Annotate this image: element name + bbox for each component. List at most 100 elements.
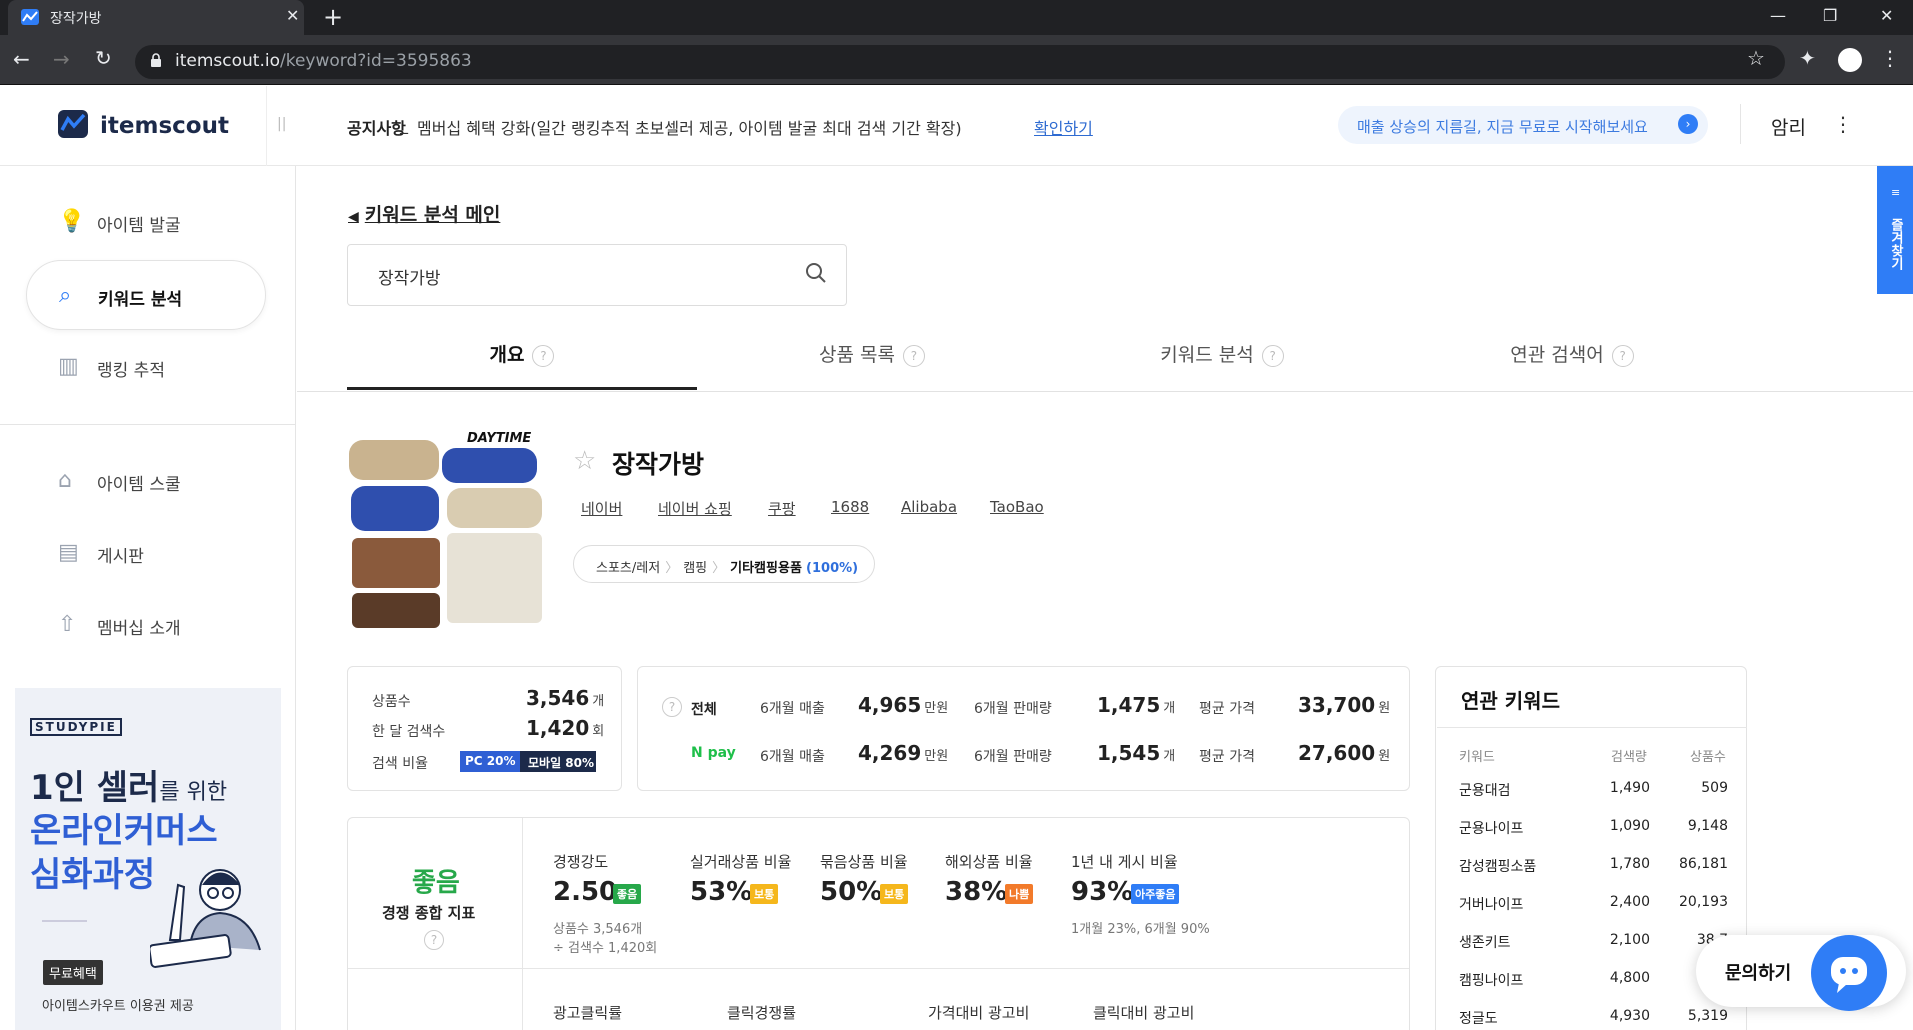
new-tab-plus-icon[interactable]: + bbox=[323, 3, 343, 31]
related-keyword[interactable]: 감성캠핑소품 bbox=[1459, 856, 1536, 876]
close-icon[interactable]: ✕ bbox=[286, 6, 299, 25]
metric-label: 1년 내 게시 비율 bbox=[1071, 853, 1178, 871]
chat-bubble-icon[interactable] bbox=[1811, 935, 1887, 1011]
metric-value: 53% bbox=[690, 877, 753, 907]
sidebar-collapse-handle-icon[interactable]: || bbox=[277, 116, 286, 132]
tab-label: 키워드 분석 bbox=[1160, 344, 1254, 366]
help-question-icon[interactable]: ? bbox=[662, 697, 682, 717]
mall-link-naver-shopping[interactable]: 네이버 쇼핑 bbox=[658, 498, 732, 519]
search-icon[interactable] bbox=[805, 262, 827, 284]
url-text[interactable]: itemscout.io/keyword?id=3595863 bbox=[175, 51, 472, 71]
related-search-volume: 1,490 bbox=[1609, 780, 1650, 796]
header-divider bbox=[266, 86, 267, 166]
related-keyword[interactable]: 거버나이프 bbox=[1459, 894, 1523, 914]
mall-link-taobao[interactable]: TaoBao bbox=[990, 498, 1044, 516]
mall-link-naver[interactable]: 네이버 bbox=[581, 498, 622, 519]
favorite-star-icon[interactable]: ☆ bbox=[573, 446, 596, 476]
notice-label: 공지사항 bbox=[347, 119, 406, 138]
reload-icon[interactable]: ↻ bbox=[95, 46, 112, 70]
metric-value: 2.50 bbox=[553, 877, 618, 907]
unit: 개 bbox=[1163, 701, 1176, 716]
search-ratio-label: 검색 비율 bbox=[372, 756, 428, 772]
logo-text[interactable]: itemscout bbox=[100, 113, 229, 139]
restore-icon[interactable]: ❐ bbox=[1823, 6, 1837, 25]
forward-arrow-icon[interactable]: → bbox=[53, 47, 70, 71]
ad-headline: 1인 셀러를 위한 bbox=[30, 760, 227, 809]
sidebar-item-board[interactable]: ▤ 게시판 bbox=[26, 518, 266, 588]
related-product-count: 5,319 bbox=[1687, 1008, 1728, 1024]
category-breadcrumb[interactable]: 스포츠/레저 〉 캠핑 〉 기타캠핑용품 (100%) bbox=[573, 545, 875, 583]
metric-value: 50% bbox=[820, 877, 883, 907]
competition-grade: 좋음 bbox=[412, 868, 460, 898]
profile-avatar[interactable] bbox=[1838, 48, 1862, 72]
mall-link-alibaba[interactable]: Alibaba bbox=[901, 498, 957, 516]
help-question-icon[interactable]: ? bbox=[1261, 344, 1284, 367]
tab-label: 개요 bbox=[489, 344, 525, 366]
related-product-count: 509 bbox=[1701, 780, 1728, 796]
sales-rev-label: 6개월 매출 bbox=[760, 701, 825, 717]
help-question-icon[interactable]: ? bbox=[1611, 344, 1634, 367]
back-arrow-icon[interactable]: ← bbox=[13, 47, 30, 71]
related-product-count: 86,181 bbox=[1679, 856, 1728, 872]
related-product-count: 9,148 bbox=[1687, 818, 1728, 834]
more-menu-icon[interactable]: ⋮ bbox=[1833, 112, 1853, 136]
tab-overview[interactable]: 개요? bbox=[347, 340, 697, 390]
bookmark-star-icon[interactable]: ☆ bbox=[1747, 46, 1765, 70]
metric-label: 경쟁강도 bbox=[553, 853, 609, 871]
ad-divider bbox=[42, 920, 87, 922]
metric-label: 묶음상품 비율 bbox=[820, 853, 908, 871]
ad-headline-2: 온라인커머스 bbox=[30, 811, 218, 851]
avg-price-number: 27,600 bbox=[1298, 741, 1376, 765]
product-count-value: 3,546 개 bbox=[526, 686, 604, 710]
mall-link-1688[interactable]: 1688 bbox=[831, 498, 869, 516]
search-chart-icon: ⌕ bbox=[59, 283, 72, 308]
inquiry-label: 문의하기 bbox=[1725, 963, 1792, 984]
product-image[interactable]: DAYTIME bbox=[347, 428, 547, 628]
back-to-keyword-main-link[interactable]: ◀ 키워드 분석 메인 bbox=[348, 200, 500, 227]
sidebar-item-keyword-analysis[interactable]: ⌕ 키워드 분석 bbox=[26, 260, 266, 330]
window-close-icon[interactable]: ✕ bbox=[1880, 6, 1893, 25]
help-question-icon[interactable]: ? bbox=[902, 344, 925, 367]
chat-bubble-glyph bbox=[1831, 957, 1867, 993]
related-keyword[interactable]: 군용대검 bbox=[1459, 780, 1511, 800]
notice-confirm-link[interactable]: 확인하기 bbox=[1034, 115, 1093, 139]
related-product-count: 20,193 bbox=[1679, 894, 1728, 910]
help-question-icon[interactable]: ? bbox=[532, 344, 555, 367]
extensions-puzzle-icon[interactable]: ✦ bbox=[1799, 46, 1816, 70]
minimize-icon[interactable]: — bbox=[1770, 6, 1786, 25]
sidebar-item-ranking-tracking[interactable]: ▥ 랭킹 추적 bbox=[26, 332, 266, 402]
unit: 원 bbox=[1378, 749, 1391, 764]
tab-keyword-analysis[interactable]: 키워드 분석? bbox=[1047, 340, 1397, 390]
school-icon: ⌂ bbox=[58, 468, 72, 493]
help-question-icon[interactable]: ? bbox=[424, 930, 444, 950]
ad-headline-big: 1인 셀러 bbox=[30, 768, 160, 808]
browser-address-bar: ← → ↻ itemscout.io/keyword?id=3595863 ☆ … bbox=[0, 35, 1913, 85]
sidebar-item-membership[interactable]: ⇧ 멤버십 소개 bbox=[26, 590, 266, 660]
related-col-product-count: 상품수 bbox=[1690, 750, 1726, 765]
avg-price-label: 평균 가격 bbox=[1199, 701, 1255, 717]
sales-qty-value: 1,475 개 bbox=[1097, 693, 1175, 717]
chrome-menu-icon[interactable]: ⋮ bbox=[1880, 46, 1900, 70]
tab-product-list[interactable]: 상품 목록? bbox=[697, 340, 1047, 390]
itemscout-logo-icon[interactable] bbox=[58, 110, 88, 138]
related-keyword[interactable]: 군용나이프 bbox=[1459, 818, 1523, 838]
unit: 만원 bbox=[924, 749, 949, 764]
rocket-icon: ⇧ bbox=[58, 612, 77, 637]
sales-row-npay-name: N pay bbox=[691, 745, 736, 761]
metric-note: 1개월 23%, 6개월 90% bbox=[1071, 922, 1210, 937]
category-level-1: 스포츠/레저 bbox=[596, 561, 661, 576]
metric-badge: 보통 bbox=[750, 884, 779, 904]
related-keyword[interactable]: 정글도 bbox=[1459, 1008, 1498, 1028]
sidebar-item-item-discovery[interactable]: 💡 아이템 발굴 bbox=[26, 187, 266, 257]
tab-related-search[interactable]: 연관 검색어? bbox=[1397, 340, 1747, 390]
related-keyword[interactable]: 생존키트 bbox=[1459, 932, 1511, 952]
unit: 회 bbox=[592, 724, 605, 739]
mall-link-coupang[interactable]: 쿠팡 bbox=[768, 498, 796, 519]
ad-badge: 무료혜택 bbox=[43, 960, 103, 985]
sidebar-item-item-school[interactable]: ⌂ 아이템 스쿨 bbox=[26, 446, 266, 516]
sidebar-item-label: 게시판 bbox=[97, 547, 144, 567]
browser-tab[interactable]: 장작가방 ✕ bbox=[8, 0, 304, 35]
related-keyword[interactable]: 캠핑나이프 bbox=[1459, 970, 1523, 990]
user-name[interactable]: 암리 bbox=[1771, 113, 1806, 140]
ad-illustration bbox=[150, 869, 261, 968]
